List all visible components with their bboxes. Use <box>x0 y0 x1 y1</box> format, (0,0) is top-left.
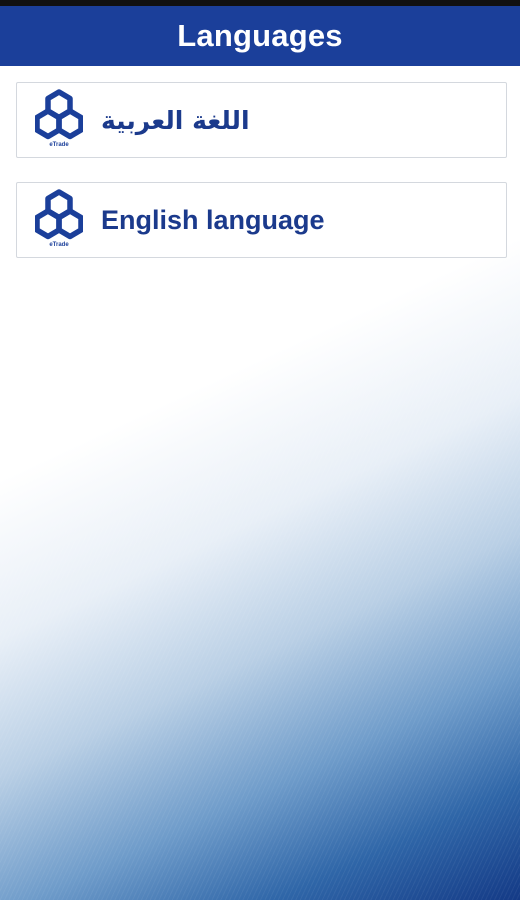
language-item-arabic[interactable]: eTrade اللغة العربية <box>16 82 507 158</box>
app-header: Languages <box>0 6 520 66</box>
logo-text: eTrade <box>49 242 69 248</box>
logo-text: eTrade <box>49 142 69 148</box>
page-title: Languages <box>177 18 343 53</box>
bank-logo-icon: eTrade <box>34 189 84 251</box>
language-item-english[interactable]: eTrade English language <box>16 182 507 258</box>
bank-logo-icon: eTrade <box>34 89 84 151</box>
language-list: eTrade اللغة العربية eTrade English lang… <box>16 82 507 258</box>
language-label-arabic: اللغة العربية <box>101 105 250 135</box>
language-label-english: English language <box>101 204 325 235</box>
